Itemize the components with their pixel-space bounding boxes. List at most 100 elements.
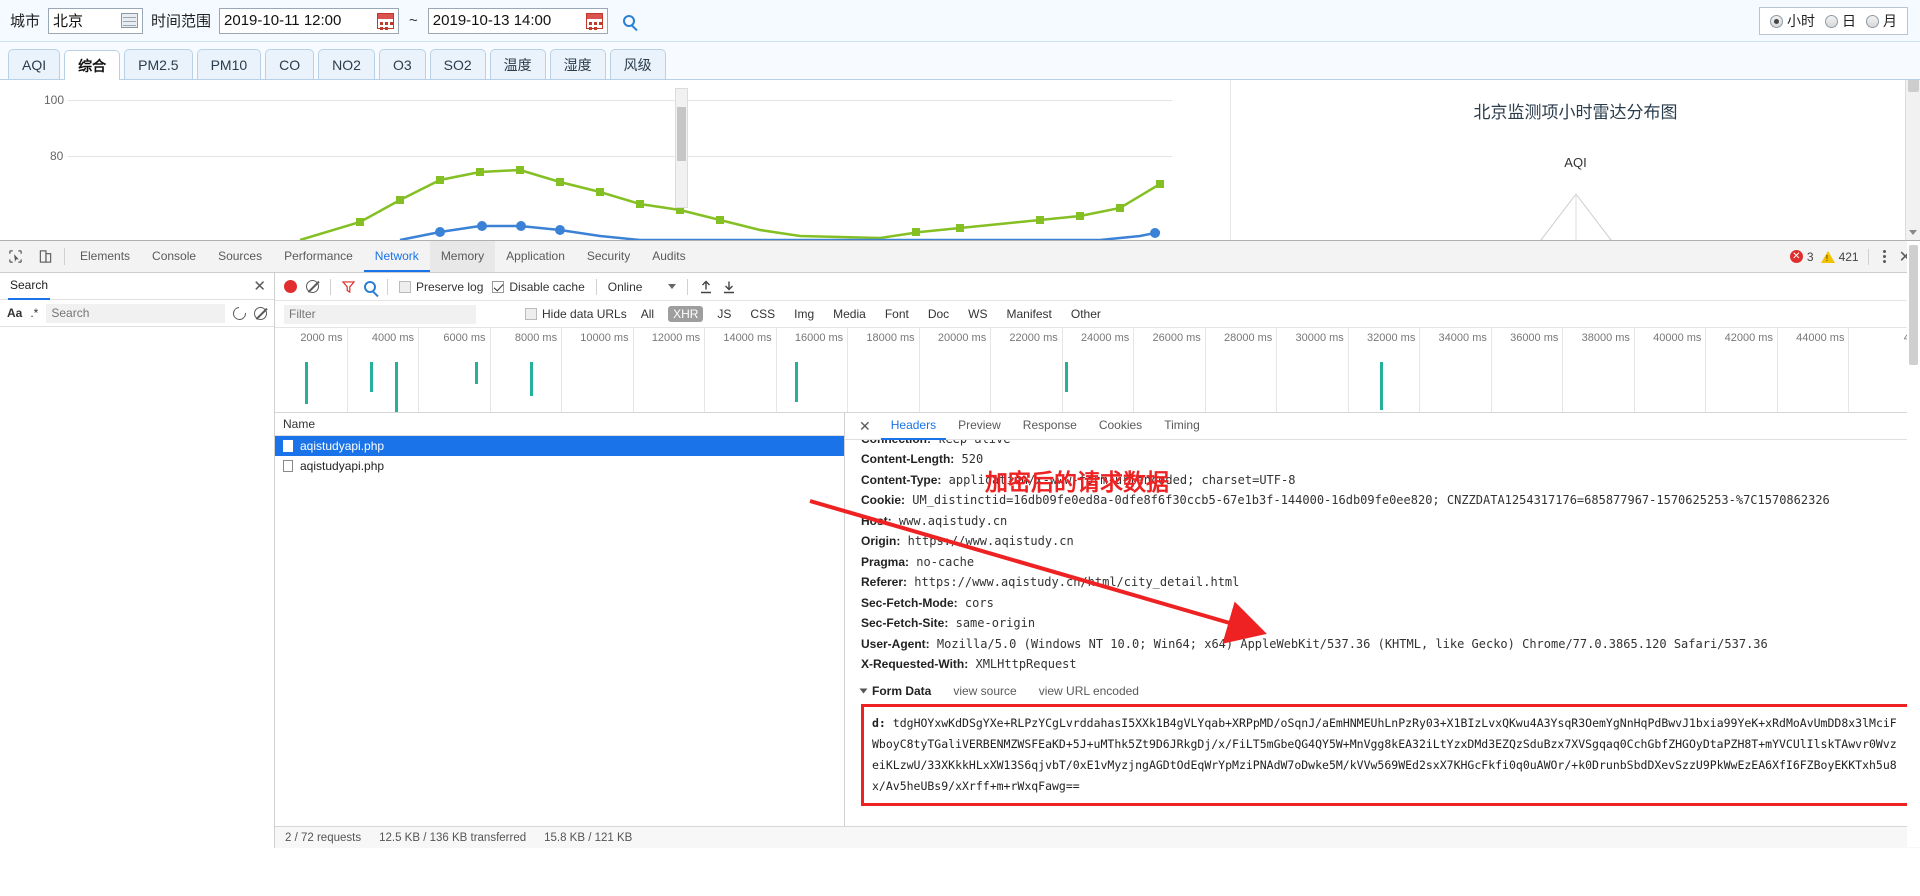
page-tab-comprehensive[interactable]: 综合 [64,50,121,80]
calendar-icon[interactable] [585,12,603,29]
devtools-tab-sources[interactable]: Sources [207,241,273,272]
refresh-search-icon[interactable] [230,303,249,323]
granularity-option-month[interactable]: 月 [1866,11,1897,31]
scrollbar-thumb[interactable] [1908,80,1919,92]
error-count-badge[interactable]: ✕ 3 [1789,250,1814,264]
timeline-request-bar [530,362,533,396]
scrollbar-thumb[interactable] [677,107,686,161]
expand-caret-icon[interactable] [859,688,868,693]
checkbox-icon[interactable] [399,280,411,293]
detail-tab-preview[interactable]: Preview [948,413,1011,440]
clear-search-icon[interactable] [254,306,267,320]
filter-funnel-icon[interactable] [342,280,355,293]
disable-cache-checkbox[interactable]: Disable cache [492,280,585,294]
date-start-input[interactable]: 2019-10-11 12:00 [219,7,400,34]
search-input[interactable] [46,303,225,323]
page-tab-humidity[interactable]: 湿度 [549,49,606,79]
match-case-button[interactable]: Aa [7,306,22,320]
checkbox-icon[interactable] [525,308,537,320]
devtools-tab-audits[interactable]: Audits [641,241,696,272]
page-tab-o3[interactable]: O3 [378,49,426,79]
request-row-1[interactable]: aqistudyapi.php [275,436,844,456]
inspect-element-button[interactable] [0,241,30,272]
checkbox-icon[interactable] [492,280,505,293]
export-har-icon[interactable] [722,280,736,294]
devtools-tab-performance[interactable]: Performance [273,241,364,272]
granularity-radio-group[interactable]: 小时 日 月 [1759,7,1908,35]
page-tab-no2[interactable]: NO2 [318,49,375,79]
devtools-tab-memory[interactable]: Memory [429,241,496,272]
devtools-tab-network[interactable]: Network [363,241,430,272]
timeline-tick [346,328,348,412]
resource-type-ws[interactable]: WS [963,306,992,322]
request-list-header[interactable]: Name [275,413,844,436]
warning-count-badge[interactable]: 421 [1820,250,1859,264]
detail-tab-headers[interactable]: Headers [880,413,947,440]
devtools-tab-console[interactable]: Console [141,241,207,272]
detail-tab-response[interactable]: Response [1013,413,1087,440]
devtools-tab-elements[interactable]: Elements [69,241,141,272]
close-search-drawer-icon[interactable]: ✕ [253,279,266,294]
page-tab-temperature[interactable]: 温度 [489,49,546,79]
resource-type-other[interactable]: Other [1066,306,1106,322]
detail-tab-timing[interactable]: Timing [1154,413,1210,440]
devtools-tab-security[interactable]: Security [576,241,641,272]
timeline-request-bar [305,362,308,404]
header-row-origin: Origin: https://www.aqistudy.cn [861,531,1920,552]
granularity-option-hour[interactable]: 小时 [1770,11,1815,31]
form-data-section-header[interactable]: Form Data view source view URL encoded [859,684,1920,698]
resource-type-css[interactable]: CSS [745,306,780,322]
date-end-input[interactable]: 2019-10-13 14:00 [427,7,608,34]
toggle-device-toolbar-button[interactable] [30,241,60,272]
search-drawer: Search ✕ Aa .* [0,273,275,848]
network-search-icon[interactable] [364,280,376,293]
scroll-down-arrow-icon[interactable] [1909,230,1917,235]
regex-button[interactable]: .* [30,306,38,320]
page-tab-pm10[interactable]: PM10 [196,49,262,79]
page-tab-so2[interactable]: SO2 [429,49,486,79]
page-tab-co[interactable]: CO [265,49,315,79]
page-scrollbar[interactable] [1905,80,1920,240]
radio-icon[interactable] [1866,14,1879,28]
devtools-more-options-button[interactable] [1878,250,1892,263]
resource-type-doc[interactable]: Doc [923,306,954,322]
view-source-link[interactable]: view source [953,684,1016,698]
network-toolbar: Preserve log Disable cache Online [275,273,1920,301]
resource-type-manifest[interactable]: Manifest [1002,306,1057,322]
page-tab-wind[interactable]: 风级 [609,49,666,79]
throttling-select[interactable]: Online [608,280,677,294]
timeline-tick-label: 30000 ms [1295,332,1344,344]
city-picker-icon[interactable] [121,13,139,28]
city-label: 城市 [10,13,41,30]
preserve-log-checkbox[interactable]: Preserve log [399,280,483,294]
city-input[interactable]: 北京 [48,7,144,34]
resource-type-img[interactable]: Img [789,306,819,322]
calendar-icon[interactable] [377,12,395,29]
network-filter-input[interactable] [284,304,476,324]
resource-type-media[interactable]: Media [828,306,871,322]
import-har-icon[interactable] [699,280,713,294]
search-button[interactable] [616,8,642,34]
detail-tab-cookies[interactable]: Cookies [1089,413,1152,440]
devtools-tab-application[interactable]: Application [495,241,576,272]
resource-type-font[interactable]: Font [880,306,914,322]
request-row-2[interactable]: aqistudyapi.php [275,456,844,476]
chart-inner-scrollbar[interactable] [675,88,688,208]
resource-type-xhr[interactable]: XHR [668,306,704,322]
clear-network-log-icon[interactable] [306,280,319,293]
close-detail-pane-icon[interactable]: ✕ [851,418,879,435]
network-overview-timeline[interactable]: 2000 ms 4000 ms 6000 ms 8000 ms 10000 ms 1200… [275,328,1920,413]
granularity-option-day[interactable]: 日 [1825,11,1856,31]
page-tab-bar[interactable]: AQI 综合 PM2.5 PM10 CO NO2 O3 SO2 温度 湿度 风级 [0,42,1920,80]
record-network-log-icon[interactable] [284,280,297,293]
radio-icon[interactable] [1825,14,1838,28]
resource-type-js[interactable]: JS [712,306,736,322]
page-tab-aqi[interactable]: AQI [8,49,61,79]
page-tab-pm25[interactable]: PM2.5 [124,49,193,79]
detail-scrollbar[interactable] [1907,241,1920,847]
resource-type-all[interactable]: All [636,306,659,322]
view-url-encoded-link[interactable]: view URL encoded [1039,684,1139,698]
radio-icon[interactable] [1770,14,1783,28]
scrollbar-thumb[interactable] [1909,245,1918,365]
hide-data-urls-checkbox[interactable]: Hide data URLs [525,307,627,321]
